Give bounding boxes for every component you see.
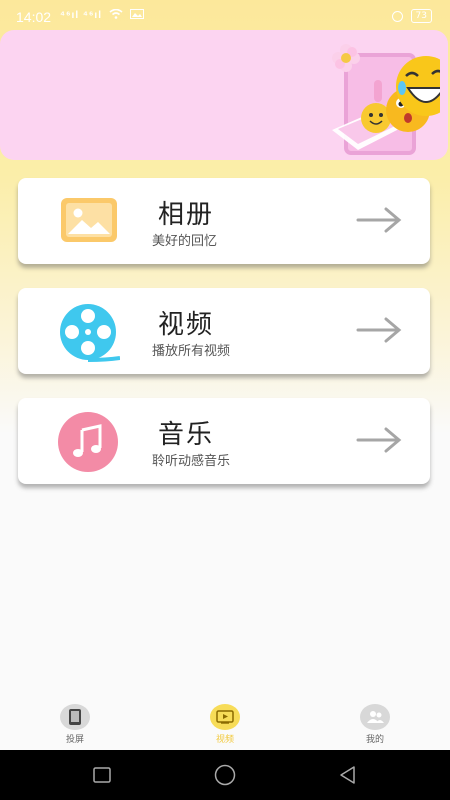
nav-item-profile[interactable]: 我的 bbox=[345, 704, 405, 745]
signal-icons: ⁴⁶ıl ⁴⁶ıl bbox=[60, 8, 144, 21]
film-reel-icon bbox=[60, 304, 120, 362]
bottom-navigation: 投屏 视频 我的 bbox=[0, 700, 450, 750]
nav-label-cast: 投屏 bbox=[65, 735, 84, 745]
nav-item-video[interactable]: 视频 bbox=[195, 704, 255, 745]
music-card[interactable]: 音乐 聆听动感音乐 bbox=[18, 398, 430, 484]
album-card[interactable]: 相册 美好的回忆 bbox=[18, 178, 430, 264]
video-subtitle: 播放所有视频 bbox=[152, 344, 231, 359]
profile-icon bbox=[360, 704, 390, 730]
arrow-right-icon[interactable] bbox=[356, 426, 402, 454]
video-play-icon bbox=[210, 704, 240, 730]
cast-screen-icon bbox=[60, 704, 90, 730]
nav-item-cast[interactable]: 投屏 bbox=[45, 704, 105, 745]
battery-indicator: 73 bbox=[410, 9, 432, 23]
music-note-icon bbox=[58, 412, 118, 472]
alarm-icon bbox=[391, 10, 403, 22]
system-nav-bar bbox=[0, 750, 450, 800]
status-bar: 14:02 ⁴⁶ıl ⁴⁶ıl 73 bbox=[0, 0, 450, 32]
arrow-right-icon[interactable] bbox=[356, 206, 402, 234]
arrow-right-icon[interactable] bbox=[356, 316, 402, 344]
album-subtitle: 美好的回忆 bbox=[152, 234, 218, 249]
status-right: 73 bbox=[391, 9, 432, 23]
nav-label-profile: 我的 bbox=[365, 735, 384, 745]
recent-apps-icon[interactable] bbox=[93, 767, 111, 783]
image-status-icon bbox=[129, 9, 144, 19]
signal-text: ⁴⁶ıl ⁴⁶ıl bbox=[60, 10, 102, 21]
video-title: 视频 bbox=[158, 310, 215, 340]
nav-label-video: 视频 bbox=[215, 735, 234, 745]
music-subtitle: 聆听动感音乐 bbox=[152, 454, 231, 469]
emoji-phone-illustration bbox=[332, 44, 440, 155]
status-time: 14:02 bbox=[16, 9, 52, 25]
music-title: 音乐 bbox=[158, 420, 215, 450]
back-icon[interactable] bbox=[338, 765, 358, 785]
photo-album-icon bbox=[61, 198, 117, 242]
home-icon[interactable] bbox=[213, 764, 237, 786]
header-banner bbox=[0, 30, 448, 160]
album-title: 相册 bbox=[158, 200, 215, 230]
wifi-icon bbox=[109, 8, 123, 19]
video-card[interactable]: 视频 播放所有视频 bbox=[18, 288, 430, 374]
